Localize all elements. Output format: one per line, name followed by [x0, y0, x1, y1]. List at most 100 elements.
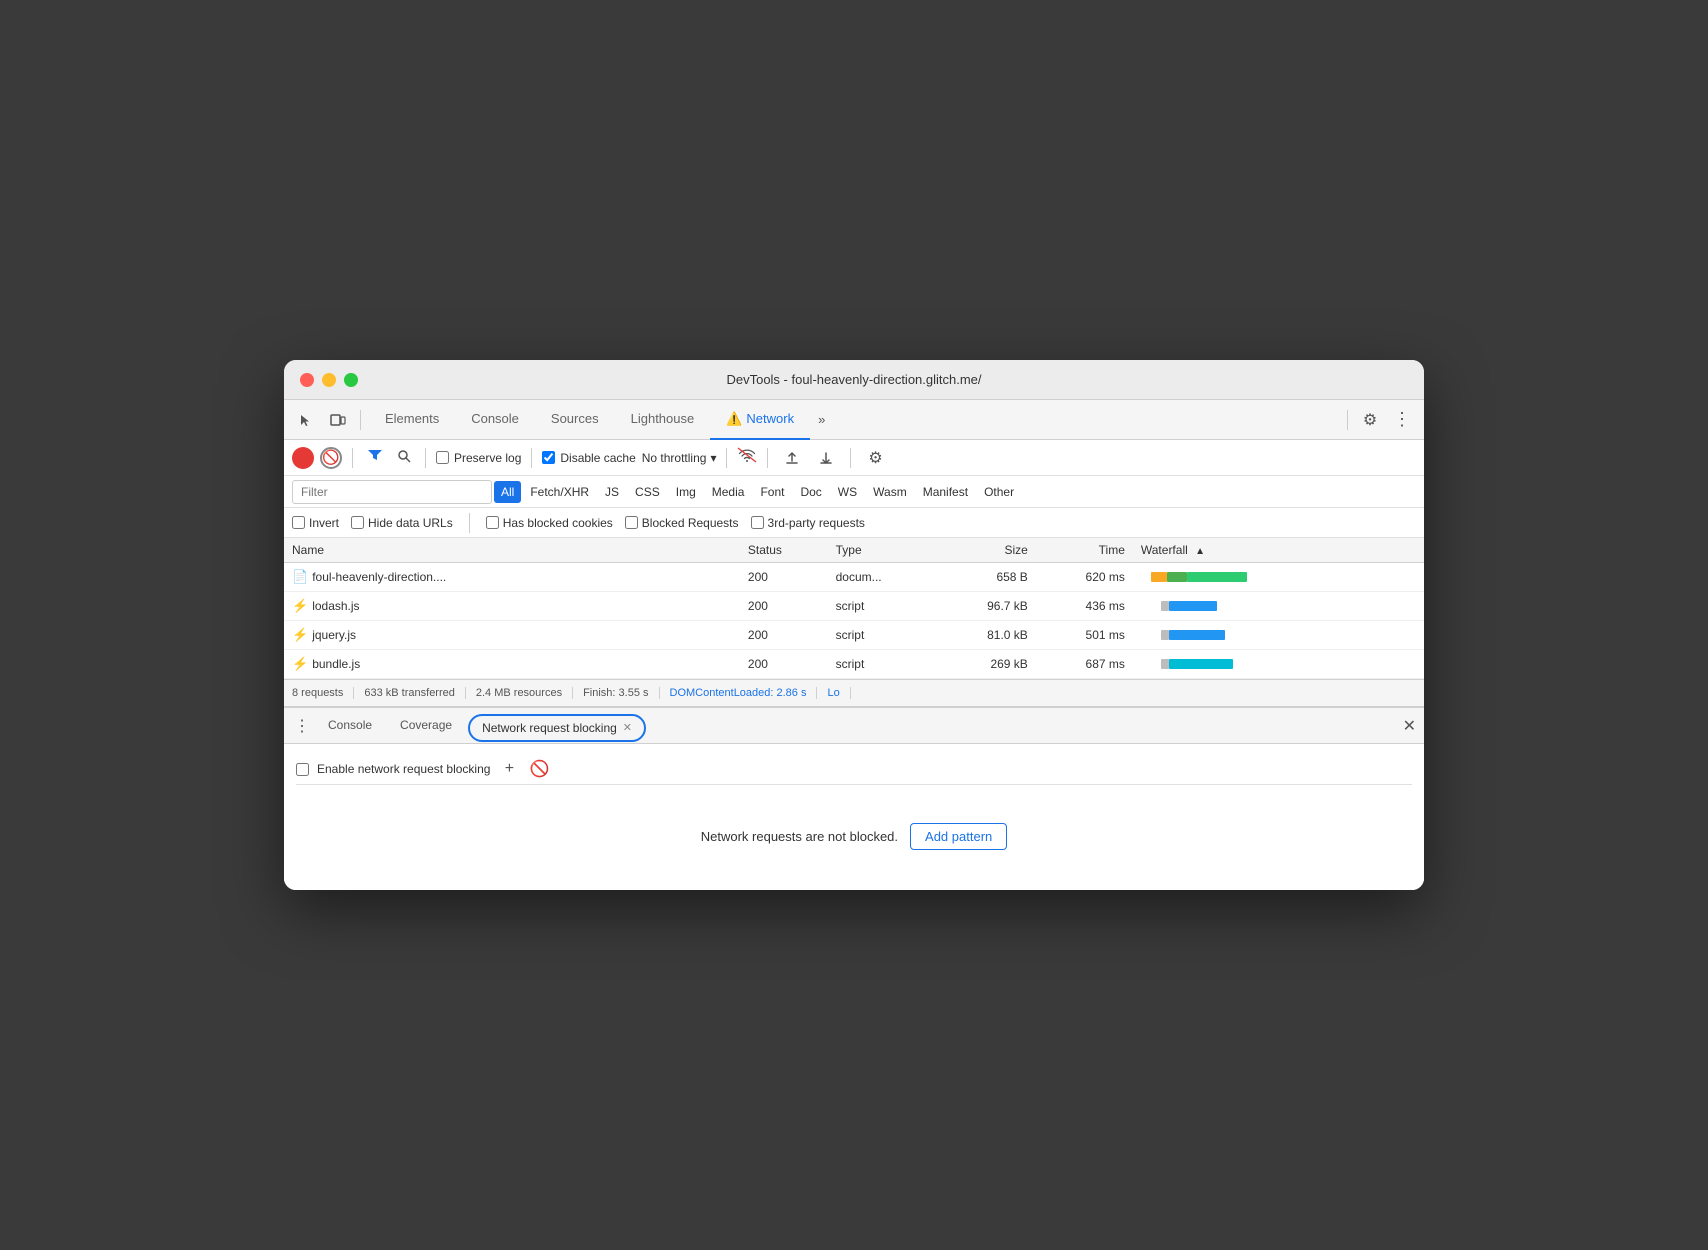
- col-time[interactable]: Time: [1036, 538, 1133, 563]
- blocked-cookies-checkbox[interactable]: [486, 516, 499, 529]
- filter-input[interactable]: [292, 480, 492, 504]
- cell-status: 200: [740, 592, 828, 621]
- search-btn[interactable]: [393, 447, 415, 468]
- filter-type-manifest[interactable]: Manifest: [916, 481, 975, 503]
- more-tabs-btn[interactable]: »: [810, 400, 833, 440]
- row-name-text: foul-heavenly-direction....: [312, 570, 446, 584]
- cell-name: 📄 foul-heavenly-direction....: [284, 563, 740, 592]
- filter-type-css[interactable]: CSS: [628, 481, 667, 503]
- col-size[interactable]: Size: [936, 538, 1035, 563]
- waterfall-bar: [1169, 601, 1217, 611]
- filter-type-wasm[interactable]: Wasm: [866, 481, 914, 503]
- col-type[interactable]: Type: [828, 538, 937, 563]
- filter-type-js[interactable]: JS: [598, 481, 626, 503]
- preserve-log-checkbox-label[interactable]: Preserve log: [436, 451, 521, 465]
- drawer-tab-network-request-blocking[interactable]: Network request blocking ✕: [468, 714, 646, 742]
- filter-type-img[interactable]: Img: [669, 481, 703, 503]
- filter-type-fetch-xhr[interactable]: Fetch/XHR: [523, 481, 596, 503]
- clear-btn[interactable]: 🚫: [320, 447, 342, 469]
- table-row[interactable]: 📄foul-heavenly-direction....200docum...6…: [284, 563, 1424, 592]
- record-btn[interactable]: [292, 447, 314, 469]
- download-btn[interactable]: [812, 444, 840, 472]
- table-row[interactable]: ⚡lodash.js200script96.7 kB436 ms: [284, 592, 1424, 621]
- blocked-requests-checkbox[interactable]: [625, 516, 638, 529]
- tab-sources[interactable]: Sources: [535, 400, 615, 440]
- waterfall-bar: [1161, 630, 1169, 640]
- hide-data-urls-checkbox[interactable]: [351, 516, 364, 529]
- third-party-checkbox[interactable]: [751, 516, 764, 529]
- divider-4: [425, 448, 426, 468]
- invert-checkbox[interactable]: [292, 516, 305, 529]
- transferred-size: 633 kB transferred: [354, 687, 466, 699]
- device-toggle-btn[interactable]: [324, 406, 352, 434]
- close-button[interactable]: [300, 373, 314, 387]
- drawer-tab-coverage[interactable]: Coverage: [388, 708, 464, 744]
- cell-status: 200: [740, 621, 828, 650]
- blocked-cookies-label[interactable]: Has blocked cookies: [486, 516, 613, 530]
- dom-content-loaded: DOMContentLoaded: 2.86 s: [660, 687, 818, 699]
- drawer-close-btn[interactable]: ✕: [1403, 716, 1416, 736]
- col-name[interactable]: Name: [284, 538, 740, 563]
- filter-type-other[interactable]: Other: [977, 481, 1021, 503]
- table-header-row: Name Status Type Size Time: [284, 538, 1424, 563]
- filter-type-doc[interactable]: Doc: [793, 481, 828, 503]
- preserve-log-checkbox[interactable]: [436, 451, 449, 464]
- drawer-more-btn[interactable]: ⋮: [292, 716, 312, 736]
- settings-btn[interactable]: ⚙: [1356, 406, 1384, 434]
- row-name-text: jquery.js: [312, 628, 356, 642]
- cell-name: ⚡bundle.js: [284, 650, 740, 679]
- throttle-selector[interactable]: No throttling ▾: [642, 451, 717, 465]
- devtools-window: DevTools - foul-heavenly-direction.glitc…: [284, 360, 1424, 890]
- filter-type-font[interactable]: Font: [753, 481, 791, 503]
- filter-type-ws[interactable]: WS: [831, 481, 864, 503]
- filter-btn[interactable]: [363, 446, 387, 469]
- waterfall-bar: [1169, 659, 1233, 669]
- network-table-container: Name Status Type Size Time: [284, 538, 1424, 679]
- filter-type-media[interactable]: Media: [705, 481, 752, 503]
- col-waterfall[interactable]: Waterfall ▲: [1133, 538, 1424, 563]
- status-bar: 8 requests 633 kB transferred 2.4 MB res…: [284, 679, 1424, 707]
- cell-time: 501 ms: [1036, 621, 1133, 650]
- waterfall-bar: [1161, 601, 1169, 611]
- block-icon-btn[interactable]: 🚫: [528, 758, 550, 780]
- network-settings-btn[interactable]: ⚙: [861, 444, 889, 472]
- enable-blocking-checkbox[interactable]: [296, 763, 309, 776]
- table-row[interactable]: ⚡jquery.js200script81.0 kB501 ms: [284, 621, 1424, 650]
- maximize-button[interactable]: [344, 373, 358, 387]
- row-icon: 📄: [292, 569, 308, 584]
- add-pattern-icon-btn[interactable]: +: [498, 758, 520, 780]
- tab-lighthouse[interactable]: Lighthouse: [615, 400, 711, 440]
- minimize-button[interactable]: [322, 373, 336, 387]
- invert-label[interactable]: Invert: [292, 516, 339, 530]
- blocked-requests-label[interactable]: Blocked Requests: [625, 516, 739, 530]
- cell-name: ⚡ lodash.js: [284, 592, 740, 621]
- drawer-tab-close-btn[interactable]: ✕: [623, 721, 632, 734]
- disable-cache-checkbox-label[interactable]: Disable cache: [542, 451, 635, 465]
- enable-blocking-row: Enable network request blocking + 🚫: [296, 754, 1412, 785]
- tab-elements[interactable]: Elements: [369, 400, 455, 440]
- row-icon: ⚡: [292, 598, 308, 613]
- upload-btn[interactable]: [778, 444, 806, 472]
- wifi-icon: [737, 447, 757, 468]
- hide-data-urls-label[interactable]: Hide data URLs: [351, 516, 453, 530]
- drawer-tab-console[interactable]: Console: [316, 708, 384, 744]
- traffic-lights: [300, 373, 358, 387]
- disable-cache-checkbox[interactable]: [542, 451, 555, 464]
- network-table: Name Status Type Size Time: [284, 538, 1424, 679]
- drawer-content: Enable network request blocking + 🚫 Netw…: [284, 744, 1424, 890]
- col-status[interactable]: Status: [740, 538, 828, 563]
- cell-size: 81.0 kB: [936, 621, 1035, 650]
- cell-size: 658 B: [936, 563, 1035, 592]
- tab-console[interactable]: Console: [455, 400, 535, 440]
- divider-2: [1347, 410, 1348, 430]
- row-name-text: lodash.js: [312, 599, 359, 613]
- divider-8: [850, 448, 851, 468]
- tab-network[interactable]: ⚠️ Network: [710, 400, 810, 440]
- add-pattern-btn[interactable]: Add pattern: [910, 823, 1007, 850]
- third-party-label[interactable]: 3rd-party requests: [751, 516, 865, 530]
- cursor-icon-btn[interactable]: [292, 406, 320, 434]
- more-menu-btn[interactable]: ⋮: [1388, 406, 1416, 434]
- cell-status: 200: [740, 650, 828, 679]
- filter-type-all[interactable]: All: [494, 481, 521, 503]
- table-row[interactable]: ⚡bundle.js200script269 kB687 ms: [284, 650, 1424, 679]
